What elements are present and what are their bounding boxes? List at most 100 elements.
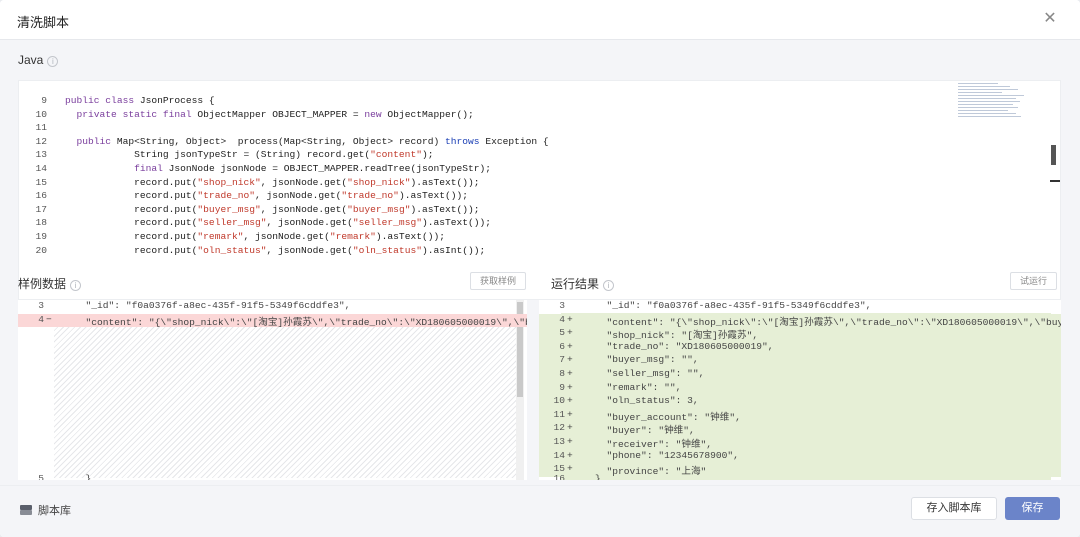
minimap-line	[958, 104, 1013, 105]
diff-line: 6 + "trade_no": "XD180605000019",	[539, 340, 1061, 355]
code-minimap[interactable]	[958, 81, 1024, 117]
scroll-position-marker	[1050, 180, 1060, 182]
save-to-library-button[interactable]: 存入脚本库	[911, 497, 997, 520]
minimap-line	[958, 98, 1016, 99]
line-number: 20	[35, 244, 47, 256]
clean-script-dialog: 清洗脚本 ✕ Java i 9 public class JsonProcess {…	[0, 0, 1080, 537]
code-text: record.put("trade_no", jsonNode.get("tra…	[65, 190, 469, 202]
java-code-editor[interactable]: 9 public class JsonProcess {10 private st…	[18, 80, 1061, 300]
line-number: 3	[38, 300, 44, 311]
minimap-line	[958, 113, 1016, 114]
dialog-header: 清洗脚本 ✕	[0, 0, 1080, 40]
line-number: 4	[38, 313, 44, 325]
diff-text: "content": "{\"shop_nick\":\"[淘宝]孙霞苏\",\…	[595, 316, 1062, 328]
diff-text: "oln_status": 3,	[595, 395, 699, 407]
line-number: 11	[553, 408, 565, 420]
diff-marker: +	[567, 449, 573, 461]
get-sample-button[interactable]: 获取样例	[470, 272, 527, 290]
minimap-line	[958, 101, 1020, 102]
line-number: 9	[41, 95, 47, 106]
run-result-heading: 运行结果 i	[551, 275, 615, 292]
dialog-title: 清洗脚本	[17, 15, 70, 30]
language-label: Java i	[18, 53, 59, 67]
line-number: 7	[559, 354, 565, 366]
diff-line: 11 + "buyer_account": "钟维",	[539, 408, 1061, 423]
line-number: 6	[559, 340, 565, 352]
info-icon[interactable]: i	[70, 280, 82, 291]
diff-line: 14 + "phone": "12345678900",	[539, 449, 1061, 464]
line-number: 12	[553, 422, 565, 434]
code-text: record.put("oln_status", jsonNode.get("o…	[65, 244, 486, 256]
diff-marker: +	[567, 368, 573, 379]
sample-data-heading: 样例数据 i	[18, 275, 82, 292]
code-text: public Map<String, Object> process(Map<S…	[76, 135, 549, 147]
code-text: record.put("buyer_msg", jsonNode.get("bu…	[65, 203, 480, 215]
line-number: 5	[559, 327, 565, 339]
diff-line: 13 + "receiver": "钟维",	[539, 436, 1061, 450]
diff-marker: +	[567, 327, 573, 339]
diff-text: "trade_no": "XD180605000019",	[595, 340, 774, 352]
line-number: 16	[553, 473, 565, 480]
diff-line: 9 + "remark": "",	[539, 381, 1061, 396]
line-number: 16	[35, 190, 47, 202]
minimap-line	[958, 95, 1024, 96]
diff-text: "receiver": "钟维",	[595, 439, 713, 450]
line-number: 13	[35, 149, 47, 161]
line-number: 13	[553, 436, 565, 447]
line-number: 8	[559, 368, 565, 379]
layers-icon	[20, 505, 32, 515]
diff-line: 4− "content": "{\"shop_nick\":\"[淘宝]孙霞苏\…	[18, 313, 528, 328]
test-run-button[interactable]: 试运行	[1010, 272, 1058, 290]
dialog-body: Java i 9 public class JsonProcess {10 priv…	[0, 40, 1080, 520]
info-icon[interactable]: i	[603, 280, 615, 291]
language-name: Java	[18, 53, 44, 67]
diff-line: 12 + "buyer": "钟维",	[539, 422, 1061, 436]
line-number: 4	[559, 313, 565, 325]
line-number: 14	[553, 449, 565, 461]
code-text: public class JsonProcess {	[65, 95, 215, 106]
diff-line: 10 + "oln_status": 3,	[539, 395, 1061, 409]
line-number: 15	[35, 176, 47, 188]
diff-marker: +	[567, 340, 573, 352]
sample-data-diff-pane[interactable]: 3 "_id": "f0a0376f-a8ec-435f-91f5-5349f6…	[18, 300, 527, 480]
diff-text: "_id": "f0a0376f-a8ec-435f-91f5-5349f6cd…	[595, 300, 872, 311]
save-button[interactable]: 保存	[1005, 497, 1060, 520]
diff-line: 3 "_id": "f0a0376f-a8ec-435f-91f5-5349f6…	[18, 300, 527, 314]
script-library-link[interactable]: 脚本库	[20, 502, 71, 518]
diff-text: "remark": "",	[595, 381, 682, 393]
diff-text: "shop_nick": "[淘宝]孙霞苏",	[595, 330, 759, 342]
line-number: 3	[559, 300, 565, 311]
close-icon[interactable]: ✕	[1042, 11, 1058, 27]
diff-marker: −	[46, 313, 52, 325]
minimap-line	[958, 86, 1010, 87]
diff-marker: +	[567, 436, 573, 447]
script-library-label: 脚本库	[38, 505, 71, 517]
line-number: 9	[559, 381, 565, 393]
diff-text: "buyer": "钟维",	[595, 425, 695, 437]
diff-line: 3 "_id": "f0a0376f-a8ec-435f-91f5-5349f6…	[539, 300, 1061, 314]
diff-marker: +	[567, 395, 573, 407]
diff-text: "content": "{\"shop_nick\":\"[淘宝]孙霞苏\",\…	[74, 316, 528, 328]
diff-line: 8 + "seller_msg": "",	[539, 368, 1061, 382]
code-text: record.put("remark", jsonNode.get("remar…	[65, 231, 445, 242]
line-number: 18	[35, 217, 47, 229]
minimap-line	[958, 116, 1021, 117]
line-number: 14	[35, 163, 47, 174]
minimap-line	[958, 110, 1008, 111]
diff-text: }	[74, 473, 92, 480]
diff-text: }	[595, 473, 601, 480]
line-number: 11	[35, 122, 47, 134]
diff-text: "phone": "12345678900",	[595, 449, 739, 461]
diff-text: "seller_msg": "",	[595, 368, 705, 379]
info-icon[interactable]: i	[47, 56, 59, 67]
editor-scrollbar[interactable]	[1051, 145, 1056, 165]
run-result-label: 运行结果	[551, 277, 600, 291]
line-number: 10	[35, 108, 47, 120]
dialog-footer: 脚本库 存入脚本库 保存	[0, 485, 1080, 537]
run-result-diff-pane[interactable]: 3 "_id": "f0a0376f-a8ec-435f-91f5-5349f6…	[539, 300, 1061, 480]
code-text: record.put("shop_nick", jsonNode.get("sh…	[65, 176, 480, 188]
diff-line: 4 + "content": "{\"shop_nick\":\"[淘宝]孙霞苏\…	[539, 313, 1062, 328]
removed-region-hatch	[54, 320, 517, 478]
minimap-line	[958, 89, 1018, 90]
diff-line: 7 + "buyer_msg": "",	[539, 354, 1061, 368]
